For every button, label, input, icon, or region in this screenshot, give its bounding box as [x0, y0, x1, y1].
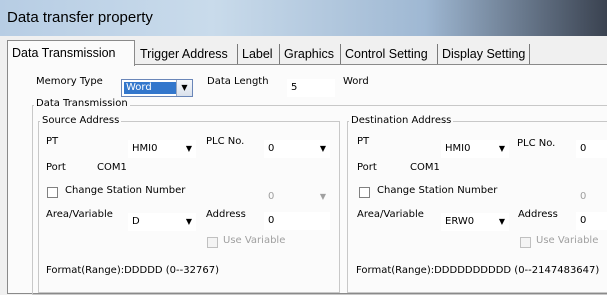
source-plc-label: PLC No.	[206, 136, 245, 147]
source-port-label: Port	[46, 162, 66, 173]
source-address-label: Address	[206, 209, 246, 220]
destination-area-value: ERW0	[445, 216, 475, 227]
memory-type-select[interactable]: Word ▼	[121, 79, 193, 97]
destination-plc-label: PLC No.	[517, 138, 556, 149]
source-change-station-checkbox[interactable]	[47, 187, 58, 198]
destination-address-title: Destination Address	[349, 115, 454, 126]
source-pt-select[interactable]: HMI0 ▼	[128, 140, 196, 158]
source-area-value: D	[132, 216, 140, 227]
destination-port-value: COM1	[410, 162, 440, 173]
source-pt-label: PT	[46, 136, 59, 147]
source-use-variable-label: Use Variable	[223, 235, 286, 246]
destination-format-text: Format(Range):DDDDDDDDDD (0--2147483647)	[356, 265, 600, 276]
data-length-unit: Word	[343, 76, 369, 87]
source-use-variable-checkbox	[207, 237, 218, 248]
data-length-input[interactable]: 5	[287, 79, 335, 97]
destination-address-label: Address	[518, 209, 558, 220]
source-area-label: Area/Variable	[46, 209, 113, 220]
destination-use-variable-checkbox	[520, 237, 531, 248]
tab-control-setting[interactable]: Control Setting	[341, 44, 438, 64]
tab-graphics[interactable]: Graphics	[280, 44, 341, 64]
window-title: Data transfer property	[7, 9, 153, 26]
chevron-down-icon: ▼	[319, 144, 326, 153]
title-bar: Data transfer property	[0, 0, 607, 36]
destination-pt-label: PT	[357, 136, 370, 147]
tab-label[interactable]: Label	[238, 44, 280, 64]
destination-change-station-label[interactable]: Change Station Number	[377, 185, 497, 196]
source-pt-value: HMI0	[132, 143, 158, 154]
tab-strip: Data Transmission Trigger Address Label …	[7, 40, 607, 66]
tab-data-transmission[interactable]: Data Transmission	[7, 40, 135, 66]
source-change-station-label[interactable]: Change Station Number	[65, 185, 185, 196]
chevron-down-icon: ▼	[498, 144, 505, 153]
chevron-down-icon: ▼	[185, 144, 192, 153]
destination-use-variable-label: Use Variable	[536, 235, 599, 246]
source-address-title: Source Address	[40, 115, 122, 126]
destination-pt-value: HMI0	[445, 143, 471, 154]
source-area-select[interactable]: D ▼	[128, 213, 196, 231]
destination-station-select: 0	[576, 188, 607, 206]
chevron-down-icon: ▼	[185, 217, 192, 226]
destination-area-label: Area/Variable	[357, 209, 424, 220]
source-address-input[interactable]: 0	[264, 212, 330, 230]
destination-pt-select[interactable]: HMI0 ▼	[441, 140, 509, 158]
chevron-down-icon: ▼	[319, 192, 326, 201]
destination-change-station-checkbox[interactable]	[359, 187, 370, 198]
source-station-select: 0 ▼	[264, 188, 330, 206]
destination-station-value: 0	[580, 191, 587, 202]
chevron-down-icon[interactable]: ▼	[176, 80, 192, 96]
destination-port-label: Port	[357, 162, 377, 173]
chevron-down-icon: ▼	[498, 217, 505, 226]
data-length-label: Data Length	[207, 76, 269, 87]
memory-type-value: Word	[124, 82, 176, 94]
source-format-text: Format(Range):DDDDD (0--32767)	[46, 265, 219, 276]
tab-trigger-address[interactable]: Trigger Address	[136, 44, 238, 64]
source-port-value: COM1	[97, 162, 127, 173]
destination-area-select[interactable]: ERW0 ▼	[441, 213, 509, 231]
source-plc-value: 0	[268, 143, 275, 154]
memory-type-label: Memory Type	[36, 76, 103, 87]
data-transmission-group-title: Data Transmission	[34, 98, 130, 109]
tab-display-setting[interactable]: Display Setting	[438, 44, 530, 64]
source-station-value: 0	[268, 191, 275, 202]
destination-plc-value: 0	[580, 143, 587, 154]
destination-address-input[interactable]: 0	[576, 212, 607, 230]
source-plc-select[interactable]: 0 ▼	[264, 140, 330, 158]
destination-plc-select[interactable]: 0	[576, 140, 607, 158]
